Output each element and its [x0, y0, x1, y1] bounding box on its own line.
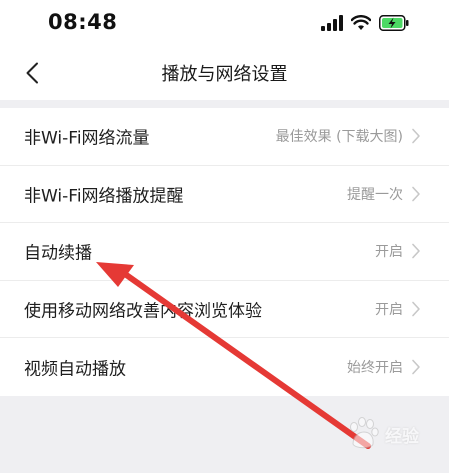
chevron-right-icon — [412, 301, 420, 317]
chevron-right-icon — [412, 186, 420, 202]
setting-row-wifi-traffic[interactable]: 非Wi-Fi网络流量 最佳效果 (下载大图) — [0, 108, 449, 166]
watermark: 经验 — [345, 417, 419, 451]
setting-label: 非Wi-Fi网络流量 — [24, 128, 150, 149]
setting-row-wifi-play-reminder[interactable]: 非Wi-Fi网络播放提醒 提醒一次 — [0, 166, 449, 224]
chevron-right-icon — [412, 359, 420, 375]
setting-row-autoplay-next[interactable]: 自动续播 开启 — [0, 223, 449, 281]
setting-value: 提醒一次 — [347, 186, 403, 203]
watermark-text: 经验 — [385, 426, 419, 447]
setting-label: 使用移动网络改善内容浏览体验 — [24, 301, 262, 322]
setting-label: 自动续播 — [24, 243, 92, 264]
settings-list: 非Wi-Fi网络流量 最佳效果 (下载大图) 非Wi-Fi网络播放提醒 提醒一次… — [0, 108, 449, 396]
cellular-signal-icon — [321, 15, 343, 31]
setting-value: 开启 — [375, 302, 403, 319]
nav-bar: 播放与网络设置 — [0, 46, 449, 100]
setting-label: 视频自动播放 — [24, 359, 126, 380]
setting-row-mobile-network-browsing[interactable]: 使用移动网络改善内容浏览体验 开启 — [0, 281, 449, 339]
status-time: 08:48 — [48, 10, 118, 34]
status-icons — [321, 12, 409, 34]
chevron-right-icon — [412, 128, 420, 144]
page-title: 播放与网络设置 — [161, 64, 288, 85]
settings-screen: 08:48 播放与网络设置 非Wi-Fi网络流量 最佳效果 (下载大图) 非Wi… — [0, 0, 449, 473]
status-bar: 08:48 — [0, 0, 449, 46]
setting-value: 开启 — [375, 244, 403, 261]
setting-value: 始终开启 — [347, 360, 403, 377]
chevron-right-icon — [412, 244, 420, 259]
setting-value: 最佳效果 (下载大图) — [275, 129, 403, 146]
battery-charging-icon — [379, 15, 409, 31]
baidu-paw-logo — [350, 417, 379, 449]
setting-label: 非Wi-Fi网络播放提醒 — [24, 186, 184, 207]
setting-row-video-autoplay[interactable]: 视频自动播放 始终开启 — [0, 338, 449, 396]
wifi-icon — [351, 15, 371, 30]
section-gap — [0, 100, 449, 108]
